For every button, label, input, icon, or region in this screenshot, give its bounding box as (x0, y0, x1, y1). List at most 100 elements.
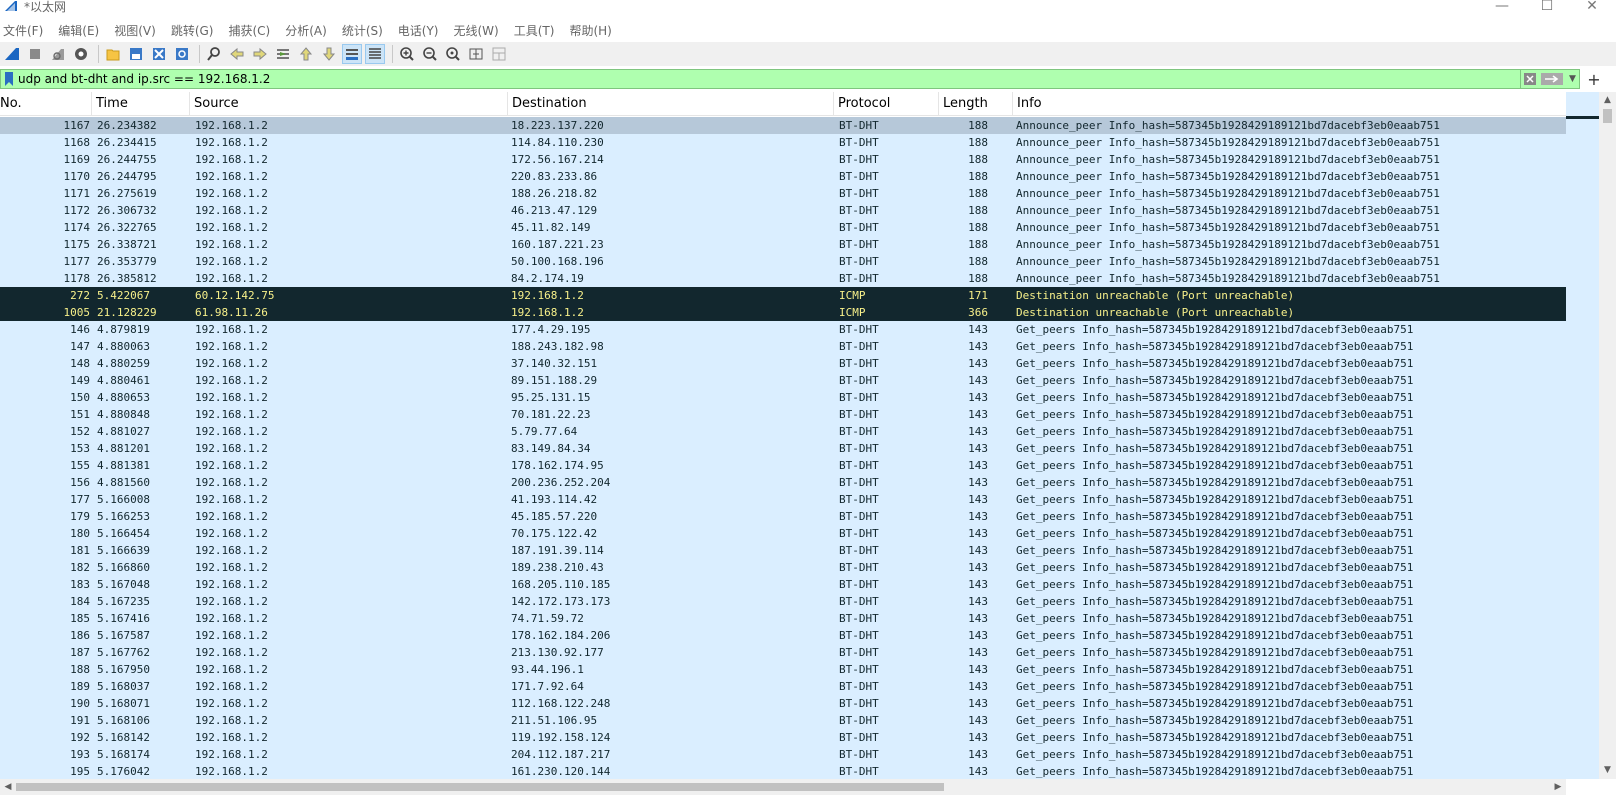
table-row[interactable]: 179 5.166253 192.168.1.2 45.185.57.220 BT-DH… (0, 508, 1566, 525)
table-row[interactable]: 182 5.166860 192.168.1.2 189.238.210.43 BT-D… (0, 559, 1566, 576)
autoscroll-button[interactable] (342, 44, 362, 64)
scroll-right-icon[interactable]: ▶ (1550, 779, 1566, 795)
table-row[interactable]: 1172 26.306732 192.168.1.2 46.213.47.129 BT-… (0, 202, 1566, 219)
table-row[interactable]: 272 5.422067 60.12.142.75 192.168.1.2 ICMP 17… (0, 287, 1566, 304)
go-back-button[interactable] (227, 44, 247, 64)
table-row[interactable]: 147 4.880063 192.168.1.2 188.243.182.98 BT-D… (0, 338, 1566, 355)
menu-tools[interactable]: 工具(T) (511, 22, 562, 39)
menu-help[interactable]: 帮助(H) (566, 22, 618, 39)
table-row[interactable]: 1177 26.353779 192.168.1.2 50.100.168.196 BT… (0, 253, 1566, 270)
table-row[interactable]: 156 4.881560 192.168.1.2 200.236.252.204 BT-… (0, 474, 1566, 491)
zoom-in-button[interactable] (397, 44, 417, 64)
menu-wireless[interactable]: 无线(W) (451, 22, 506, 39)
horizontal-scrollbar[interactable]: ◀ ▶ (0, 779, 1566, 795)
vertical-scroll-thumb[interactable] (1603, 109, 1612, 123)
table-row[interactable]: 190 5.168071 192.168.1.2 112.168.122.248 BT-… (0, 695, 1566, 712)
menu-view[interactable]: 视图(V) (111, 22, 163, 39)
menu-capture[interactable]: 捕获(C) (225, 22, 277, 39)
menu-go[interactable]: 跳转(G) (168, 22, 221, 39)
table-row[interactable]: 1167 26.234382 192.168.1.2 18.223.137.220 BT… (0, 117, 1566, 134)
scroll-left-icon[interactable]: ◀ (0, 779, 16, 795)
packet-no: 1178 (63, 272, 91, 285)
table-row[interactable]: 181 5.166639 192.168.1.2 187.191.39.114 BT-D… (0, 542, 1566, 559)
menu-statistics[interactable]: 统计(S) (339, 22, 390, 39)
menu-analyze[interactable]: 分析(A) (282, 22, 334, 39)
open-file-button[interactable] (103, 44, 123, 64)
packet-destination: 187.191.39.114 (511, 544, 604, 557)
table-row[interactable]: 151 4.880848 192.168.1.2 70.181.22.23 BT-DHT… (0, 406, 1566, 423)
table-row[interactable]: 1178 26.385812 192.168.1.2 84.2.174.19 BT-DH… (0, 270, 1566, 287)
clear-filter-button[interactable] (1521, 69, 1538, 89)
table-row[interactable]: 155 4.881381 192.168.1.2 178.162.174.95 BT-D… (0, 457, 1566, 474)
filter-bookmark-button[interactable] (0, 69, 16, 89)
apply-filter-button[interactable] (1538, 69, 1566, 89)
filter-history-dropdown[interactable]: ▼ (1566, 69, 1580, 89)
minimize-button[interactable]: — (1487, 0, 1517, 15)
add-filter-button-button[interactable]: + (1584, 69, 1604, 89)
table-row[interactable]: 192 5.168142 192.168.1.2 119.192.158.124 BT-… (0, 729, 1566, 746)
menu-telephony[interactable]: 电话(Y) (395, 22, 446, 39)
table-row[interactable]: 187 5.167762 192.168.1.2 213.130.92.177 BT-D… (0, 644, 1566, 661)
table-row[interactable]: 146 4.879819 192.168.1.2 177.4.29.195 BT-DHT… (0, 321, 1566, 338)
reload-file-button[interactable] (172, 44, 192, 64)
maximize-button[interactable]: ☐ (1532, 0, 1562, 15)
table-row[interactable]: 186 5.167587 192.168.1.2 178.162.184.206 BT-… (0, 627, 1566, 644)
table-row[interactable]: 149 4.880461 192.168.1.2 89.151.188.29 BT-DH… (0, 372, 1566, 389)
stop-capture-button[interactable] (25, 44, 45, 64)
table-row[interactable]: 153 4.881201 192.168.1.2 83.149.84.34 BT-DHT… (0, 440, 1566, 457)
table-row[interactable]: 152 4.881027 192.168.1.2 5.79.77.64 BT-DHT 14… (0, 423, 1566, 440)
table-row[interactable]: 1171 26.275619 192.168.1.2 188.26.218.82 BT-… (0, 185, 1566, 202)
column-header-time[interactable]: Time (92, 92, 190, 116)
save-file-button[interactable] (126, 44, 146, 64)
find-packet-button[interactable] (204, 44, 224, 64)
scroll-down-icon[interactable]: ▼ (1599, 762, 1616, 779)
column-header-protocol[interactable]: Protocol (834, 92, 939, 116)
table-row[interactable]: 1168 26.234415 192.168.1.2 114.84.110.230 BT… (0, 134, 1566, 151)
table-row[interactable]: 148 4.880259 192.168.1.2 37.140.32.151 BT-DH… (0, 355, 1566, 372)
table-row[interactable]: 1170 26.244795 192.168.1.2 220.83.233.86 BT-… (0, 168, 1566, 185)
close-window-button[interactable]: ✕ (1577, 0, 1607, 15)
resize-columns-button[interactable] (466, 44, 486, 64)
scroll-up-icon[interactable]: ▲ (1599, 92, 1616, 109)
table-row[interactable]: 1169 26.244755 192.168.1.2 172.56.167.214 BT… (0, 151, 1566, 168)
table-row[interactable]: 185 5.167416 192.168.1.2 74.71.59.72 BT-DHT 1… (0, 610, 1566, 627)
restart-capture-button[interactable] (48, 44, 68, 64)
vertical-scrollbar[interactable]: ▲ ▼ (1599, 92, 1616, 779)
table-row[interactable]: 1175 26.338721 192.168.1.2 160.187.221.23 BT… (0, 236, 1566, 253)
table-row[interactable]: 177 5.166008 192.168.1.2 41.193.114.42 BT-DH… (0, 491, 1566, 508)
last-packet-button[interactable] (319, 44, 339, 64)
table-row[interactable]: 189 5.168037 192.168.1.2 171.7.92.64 BT-DHT 1… (0, 678, 1566, 695)
zoom-out-button[interactable] (420, 44, 440, 64)
table-row[interactable]: 191 5.168106 192.168.1.2 211.51.106.95 BT-DH… (0, 712, 1566, 729)
display-filter-input[interactable] (16, 69, 1521, 89)
column-header-no[interactable]: No. (0, 92, 92, 116)
packet-minimap[interactable] (1566, 92, 1600, 779)
menu-file[interactable]: 文件(F) (0, 22, 50, 39)
table-row[interactable]: 188 5.167950 192.168.1.2 93.44.196.1 BT-DHT 1… (0, 661, 1566, 678)
capture-options-button[interactable] (71, 44, 91, 64)
first-packet-button[interactable] (296, 44, 316, 64)
table-row[interactable]: 183 5.167048 192.168.1.2 168.205.110.185 BT-… (0, 576, 1566, 593)
table-row[interactable]: 1174 26.322765 192.168.1.2 45.11.82.149 BT-D… (0, 219, 1566, 236)
colorize-button[interactable] (365, 44, 385, 64)
close-file-button[interactable] (149, 44, 169, 64)
go-to-packet-button[interactable] (273, 44, 293, 64)
go-forward-button[interactable] (250, 44, 270, 64)
column-header-destination[interactable]: Destination (508, 92, 834, 116)
packet-info: Announce_peer Info_hash=587345b192842918… (1016, 170, 1440, 183)
column-header-length[interactable]: Length (939, 92, 1013, 116)
column-header-source[interactable]: Source (190, 92, 508, 116)
table-row[interactable]: 150 4.880653 192.168.1.2 95.25.131.15 BT-DHT… (0, 389, 1566, 406)
horizontal-scroll-thumb[interactable] (16, 783, 944, 791)
menu-edit[interactable]: 编辑(E) (55, 22, 106, 39)
table-row[interactable]: 195 5.176042 192.168.1.2 161.230.120.144 BT-… (0, 763, 1566, 779)
table-row[interactable]: 1005 21.128229 61.98.11.26 192.168.1.2 ICMP 3… (0, 304, 1566, 321)
table-row[interactable]: 193 5.168174 192.168.1.2 204.112.187.217 BT-… (0, 746, 1566, 763)
packet-info: Destination unreachable (Port unreachabl… (1016, 306, 1295, 319)
column-header-info[interactable]: Info (1013, 92, 1566, 116)
normal-size-button[interactable] (443, 44, 463, 64)
table-row[interactable]: 180 5.166454 192.168.1.2 70.175.122.42 BT-DH… (0, 525, 1566, 542)
layout-button[interactable] (489, 44, 509, 64)
start-capture-button[interactable] (2, 44, 22, 64)
table-row[interactable]: 184 5.167235 192.168.1.2 142.172.173.173 BT-… (0, 593, 1566, 610)
